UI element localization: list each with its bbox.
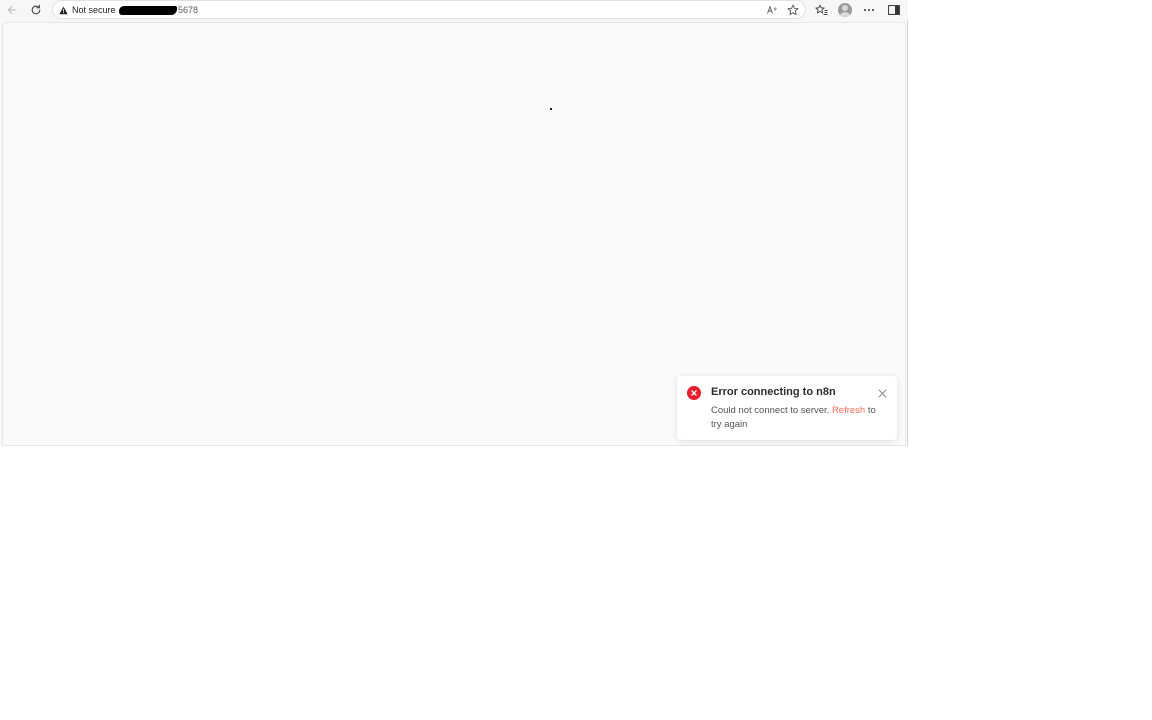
page-viewport: Error connecting to n8n Could not connec…	[2, 22, 906, 446]
error-circle-icon	[687, 386, 701, 400]
toast-message-text: Could not connect to server.	[711, 405, 832, 416]
profile-button[interactable]	[836, 1, 854, 19]
url-text[interactable]: 5678	[119, 4, 198, 16]
more-horizontal-icon	[864, 9, 874, 11]
security-label: Not secure	[72, 5, 116, 15]
toast-close-button[interactable]	[876, 387, 888, 399]
back-button[interactable]	[3, 1, 21, 19]
reload-icon	[31, 4, 41, 15]
settings-more-button[interactable]	[860, 1, 878, 19]
read-aloud-button[interactable]	[765, 3, 779, 17]
favorite-button[interactable]	[786, 3, 800, 17]
refresh-link[interactable]: Refresh	[832, 405, 865, 416]
toast-title: Error connecting to n8n	[711, 386, 836, 398]
browser-toolbar: Not secure 5678	[0, 0, 908, 20]
security-indicator[interactable]: Not secure	[59, 3, 116, 17]
avatar-icon	[838, 3, 852, 17]
loading-dot	[550, 108, 552, 110]
close-icon	[878, 389, 886, 397]
favorites-button[interactable]	[812, 1, 830, 19]
redacted-host	[119, 5, 177, 15]
back-arrow-icon	[7, 5, 17, 15]
warning-icon	[59, 6, 68, 14]
sidebar-icon	[888, 5, 900, 15]
url-port: 5678	[178, 5, 199, 15]
error-toast: Error connecting to n8n Could not connec…	[677, 376, 897, 440]
reload-button[interactable]	[27, 1, 45, 19]
sidebar-toggle-button[interactable]	[885, 1, 903, 19]
address-bar[interactable]: Not secure 5678	[52, 0, 806, 19]
star-icon	[787, 4, 799, 16]
toast-message: Could not connect to server. Refresh to …	[711, 404, 887, 432]
read-aloud-icon	[767, 6, 777, 14]
browser-window: Not secure 5678 Error connecting to n8n …	[0, 0, 908, 446]
favorites-list-icon	[814, 4, 827, 15]
